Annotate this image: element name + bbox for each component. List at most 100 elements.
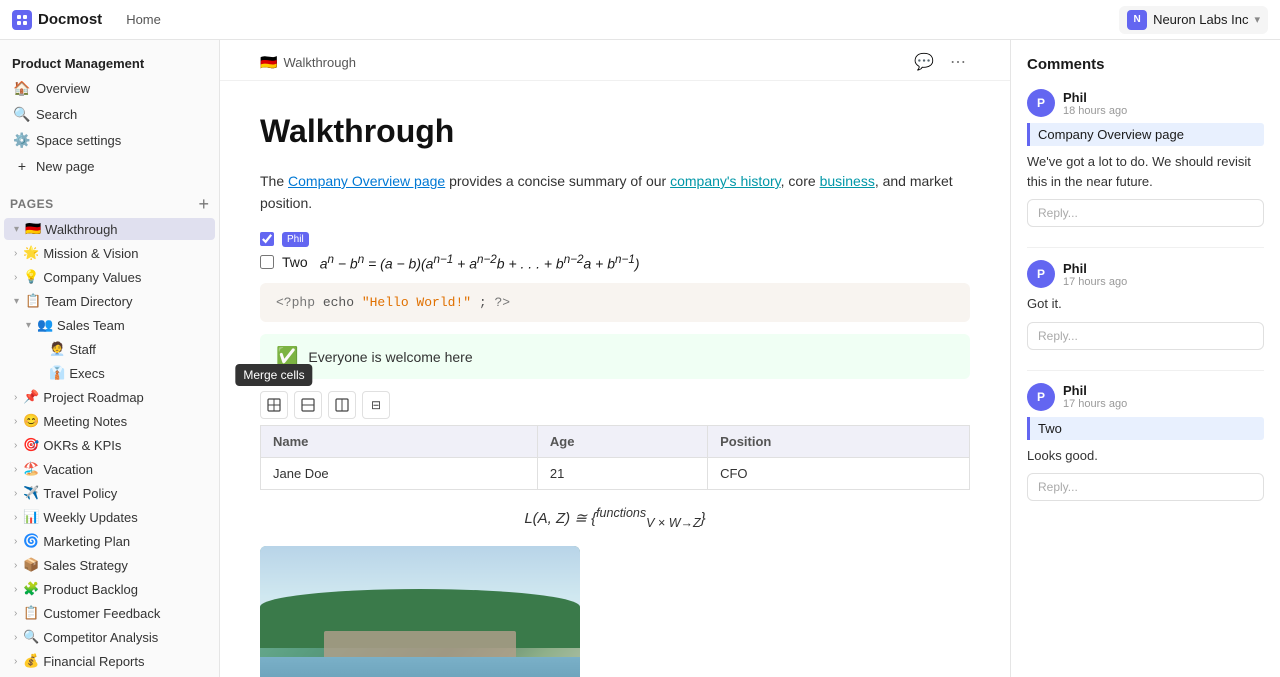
table-header-age: Age	[537, 426, 707, 458]
company-overview-link[interactable]: Company Overview page	[288, 173, 445, 189]
page-item-staff[interactable]: › 🧑‍💼 Staff	[4, 338, 215, 360]
page-item-customer-feedback[interactable]: › 📋 Customer Feedback	[4, 602, 215, 624]
chevron-icon: ›	[14, 656, 17, 667]
content-area: 🇩🇪 Walkthrough 💬 ⋯ Walkthrough The Compa…	[220, 40, 1280, 677]
okrs-emoji: 🎯	[23, 437, 39, 453]
page-item-project-roadmap[interactable]: › 📌 Project Roadmap	[4, 386, 215, 408]
page-item-sales-team[interactable]: ▾ 👥 Sales Team	[4, 314, 215, 336]
table-btn-4[interactable]: ⊟	[362, 391, 390, 419]
comment-3-header: P Phil 17 hours ago	[1027, 383, 1264, 411]
page-item-team-directory[interactable]: ▾ 📋 Team Directory	[4, 290, 215, 312]
page-item-competitor-analysis[interactable]: › 🔍 Competitor Analysis	[4, 626, 215, 648]
success-text: Everyone is welcome here	[308, 349, 472, 365]
comment-3-time: 17 hours ago	[1063, 398, 1127, 410]
page-staff-label: Staff	[69, 342, 96, 357]
page-item-mission[interactable]: › 🌟 Mission & Vision	[4, 242, 215, 264]
table-cell-age: 21	[537, 458, 707, 490]
sidebar-item-overview[interactable]: 🏠 Overview	[4, 76, 215, 100]
page-item-meeting-notes[interactable]: › 😊 Meeting Notes	[4, 410, 215, 432]
walkthrough-emoji: 🇩🇪	[25, 221, 41, 237]
php-close-tag: ?>	[494, 295, 510, 310]
checkbox-two: Two Phil an − bn = (a − b)(an−1 + an−2b …	[260, 253, 970, 272]
app-logo: Docmost	[12, 10, 102, 30]
page-item-product-backlog[interactable]: › 🧩 Product Backlog	[4, 578, 215, 600]
chevron-icon: ›	[14, 632, 17, 643]
table-btn-2[interactable]	[294, 391, 322, 419]
table-btn-1[interactable]: Merge cells	[260, 391, 288, 419]
comment-2-time: 17 hours ago	[1063, 276, 1127, 288]
comment-2-meta: Phil 17 hours ago	[1063, 261, 1127, 288]
page-item-financial-reports[interactable]: › 💰 Financial Reports	[4, 650, 215, 672]
sales-strategy-emoji: 📦	[23, 557, 39, 573]
chevron-icon: ›	[14, 392, 17, 403]
table-btn-3[interactable]	[328, 391, 356, 419]
comment-1-header: P Phil 18 hours ago	[1027, 89, 1264, 117]
comment-1-reply[interactable]: Reply...	[1027, 199, 1264, 227]
table-header-position: Position	[708, 426, 970, 458]
chevron-icon: ▾	[26, 320, 31, 331]
comment-2-author: Phil	[1063, 261, 1127, 276]
comment-1: P Phil 18 hours ago Company Overview pag…	[1027, 89, 1264, 227]
marketing-plan-emoji: 🌀	[23, 533, 39, 549]
chevron-icon: ▾	[14, 296, 19, 307]
page-execs-label: Execs	[69, 366, 104, 381]
chevron-icon: ›	[14, 416, 17, 427]
intro-paragraph: The Company Overview page provides a con…	[260, 170, 970, 215]
comments-title: Comments	[1027, 56, 1264, 73]
app-name: Docmost	[38, 11, 102, 28]
page-meeting-notes-label: Meeting Notes	[43, 414, 127, 429]
page-product-backlog-label: Product Backlog	[43, 582, 138, 597]
editor: 🇩🇪 Walkthrough 💬 ⋯ Walkthrough The Compa…	[220, 40, 1010, 677]
comments-panel: Comments P Phil 18 hours ago Company Ove…	[1010, 40, 1280, 677]
sidebar-item-new-page[interactable]: + New page	[4, 154, 215, 178]
page-item-vacation[interactable]: › 🏖️ Vacation	[4, 458, 215, 480]
comment-2-reply[interactable]: Reply...	[1027, 322, 1264, 350]
chevron-icon: ›	[14, 536, 17, 547]
page-item-marketing-plan[interactable]: › 🌀 Marketing Plan	[4, 530, 215, 552]
chevron-icon: ▾	[14, 224, 19, 235]
main-layout: Product Management 🏠 Overview 🔍 Search ⚙…	[0, 40, 1280, 677]
execs-emoji: 👔	[49, 365, 65, 381]
chevron-icon: ›	[14, 488, 17, 499]
page-walkthrough-label: Walkthrough	[45, 222, 118, 237]
weekly-updates-emoji: 📊	[23, 509, 39, 525]
sidebar-item-search[interactable]: 🔍 Search	[4, 102, 215, 126]
business-link[interactable]: business	[820, 173, 875, 189]
page-competitor-analysis-label: Competitor Analysis	[43, 630, 158, 645]
data-table: Name Age Position Jane Doe 21 CFO	[260, 425, 970, 490]
overview-icon: 🏠	[14, 80, 30, 96]
comment-2-avatar: P	[1027, 260, 1055, 288]
page-item-execs[interactable]: › 👔 Execs	[4, 362, 215, 384]
sidebar-item-settings[interactable]: ⚙️ Space settings	[4, 128, 215, 152]
page-item-sales-strategy[interactable]: › 📦 Sales Strategy	[4, 554, 215, 576]
home-nav[interactable]: Home	[126, 12, 161, 27]
company-values-emoji: 💡	[23, 269, 39, 285]
comment-button[interactable]: 💬	[910, 50, 938, 74]
sidebar-overview-label: Overview	[36, 81, 90, 96]
page-item-okrs[interactable]: › 🎯 OKRs & KPIs	[4, 434, 215, 456]
comment-3-text: Looks good.	[1027, 446, 1264, 466]
checkbox-one-input[interactable]	[260, 232, 274, 246]
sidebar-search-label: Search	[36, 107, 77, 122]
page-item-travel-policy[interactable]: › ✈️ Travel Policy	[4, 482, 215, 504]
company-history-link[interactable]: company's history	[670, 173, 781, 189]
add-page-button[interactable]: +	[198, 195, 209, 213]
page-item-company-values[interactable]: › 💡 Company Values	[4, 266, 215, 288]
page-item-weekly-updates[interactable]: › 📊 Weekly Updates	[4, 506, 215, 528]
comment-3-avatar: P	[1027, 383, 1055, 411]
page-travel-policy-label: Travel Policy	[43, 486, 117, 501]
table-row: Jane Doe 21 CFO	[261, 458, 970, 490]
comment-2: P Phil 17 hours ago Got it. Reply...	[1027, 260, 1264, 350]
new-page-icon: +	[14, 158, 30, 174]
more-options-button[interactable]: ⋯	[946, 50, 970, 74]
php-semicolon: ;	[479, 295, 495, 310]
org-switcher[interactable]: N Neuron Labs Inc ▾	[1119, 6, 1268, 34]
travel-policy-emoji: ✈️	[23, 485, 39, 501]
chevron-icon: ›	[14, 584, 17, 595]
sidebar: Product Management 🏠 Overview 🔍 Search ⚙…	[0, 40, 220, 677]
comment-3-reply[interactable]: Reply...	[1027, 473, 1264, 501]
page-mission-label: Mission & Vision	[43, 246, 138, 261]
page-item-walkthrough[interactable]: ▾ 🇩🇪 Walkthrough	[4, 218, 215, 240]
checkbox-two-input[interactable]	[260, 255, 274, 269]
comment-1-avatar: P	[1027, 89, 1055, 117]
